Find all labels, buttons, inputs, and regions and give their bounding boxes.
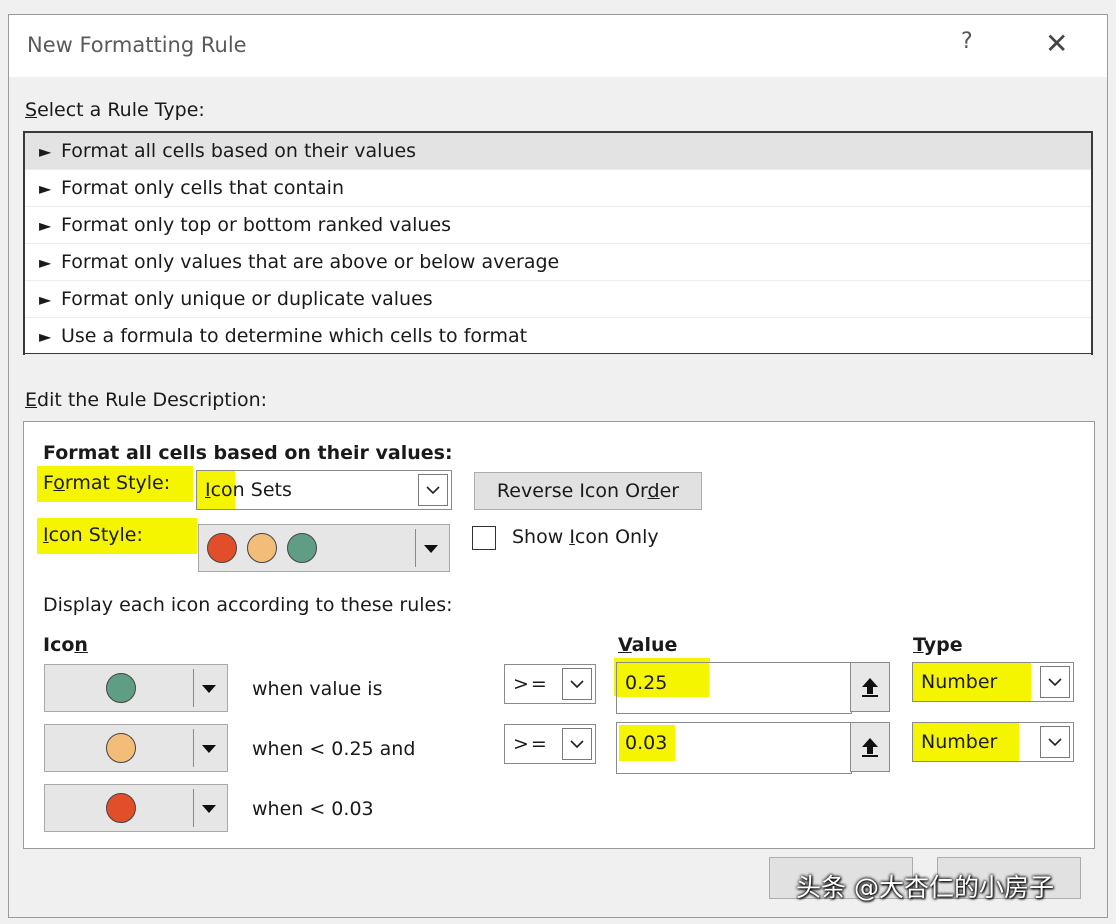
chevron-down-icon[interactable] [1040,666,1070,698]
rule-type-item-label: Format all cells based on their values [61,140,417,162]
rule-description-label: Edit the Rule Description: [25,389,268,411]
format-style-select[interactable]: Icon Sets [196,470,452,510]
chevron-down-icon[interactable] [562,668,592,700]
row2-range-select-button[interactable] [850,722,890,772]
watermark: 头条 @大杏仁的小房子 [796,873,1054,902]
row2-type-select[interactable]: Number [912,722,1074,762]
arrow-up-icon [862,678,878,697]
reverse-icon-order-button[interactable]: Reverse Icon Order [474,472,702,510]
arrow-up-icon [862,738,878,757]
row1-operator-select[interactable]: >= [504,664,596,704]
triangle-right-icon: ► [39,253,52,272]
row3-icon-select[interactable] [44,784,228,832]
rule-type-item[interactable]: ► Format all cells based on their values [25,133,1091,170]
row1-type-select[interactable]: Number [912,662,1074,702]
column-header-type: Type [913,634,963,656]
rule-type-item-label: Use a formula to determine which cells t… [61,325,528,347]
triangle-right-icon: ► [39,216,52,235]
chevron-down-icon[interactable] [1040,726,1070,758]
rule-type-item-label: Format only unique or duplicate values [61,288,433,310]
help-button[interactable]: ? [961,29,973,54]
green-circle-icon [106,673,136,703]
rule-type-item-label: Format only values that are above or bel… [61,251,560,273]
column-header-value: Value [618,634,678,656]
close-button[interactable]: ✕ [1045,27,1068,60]
dropdown-arrow-icon[interactable] [424,545,438,553]
dropdown-arrow-icon[interactable] [202,805,216,813]
row1-icon-select[interactable] [44,664,228,712]
icon-style-label: Icon Style: [43,524,143,546]
green-circle-icon [287,533,317,563]
rule-type-item[interactable]: ► Format only unique or duplicate values [25,281,1091,318]
rule-type-item-label: Format only cells that contain [61,177,345,199]
show-icon-only-checkbox[interactable] [472,526,496,550]
red-circle-icon [207,533,237,563]
row2-condition: when < 0.25 and [252,738,416,760]
rule-description-panel: Format all cells based on their values: … [23,421,1095,849]
rule-type-item[interactable]: ► Format only cells that contain [25,170,1091,207]
icon-style-select[interactable] [198,524,450,572]
rule-type-item[interactable]: ► Format only values that are above or be… [25,244,1091,281]
rule-type-item[interactable]: ► Use a formula to determine which cells … [25,318,1091,355]
new-formatting-rule-dialog: New Formatting Rule ? ✕ Select a Rule Ty… [8,14,1108,918]
rule-type-label: Select a Rule Type: [25,99,205,121]
row2-icon-select[interactable] [44,724,228,772]
amber-circle-icon [247,533,277,563]
format-style-label: Format Style: [43,472,171,494]
row2-operator-select[interactable]: >= [504,724,596,764]
chevron-down-icon[interactable] [418,474,448,506]
description-heading: Format all cells based on their values: [43,442,453,464]
rule-type-item[interactable]: ► Format only top or bottom ranked values [25,207,1091,244]
row1-condition: when value is [252,678,383,700]
dialog-title: New Formatting Rule [27,33,247,57]
row2-value-input[interactable]: 0.03 [616,722,852,774]
show-icon-only-label: Show Icon Only [512,526,659,548]
triangle-right-icon: ► [39,290,52,309]
rule-type-item-label: Format only top or bottom ranked values [61,214,452,236]
triangle-right-icon: ► [39,327,52,346]
dropdown-arrow-icon[interactable] [202,685,216,693]
rules-caption: Display each icon according to these rul… [43,594,453,616]
row1-value-input[interactable]: 0.25 [616,662,852,714]
title-bar: New Formatting Rule ? ✕ [9,15,1107,77]
triangle-right-icon: ► [39,179,52,198]
column-header-icon: Icon [43,634,88,656]
dropdown-arrow-icon[interactable] [202,745,216,753]
chevron-down-icon[interactable] [562,728,592,760]
row3-condition: when < 0.03 [252,798,374,820]
triangle-right-icon: ► [39,142,52,161]
red-circle-icon [106,793,136,823]
rule-type-list[interactable]: ► Format all cells based on their values ►… [23,131,1093,355]
amber-circle-icon [106,733,136,763]
row1-range-select-button[interactable] [850,662,890,712]
